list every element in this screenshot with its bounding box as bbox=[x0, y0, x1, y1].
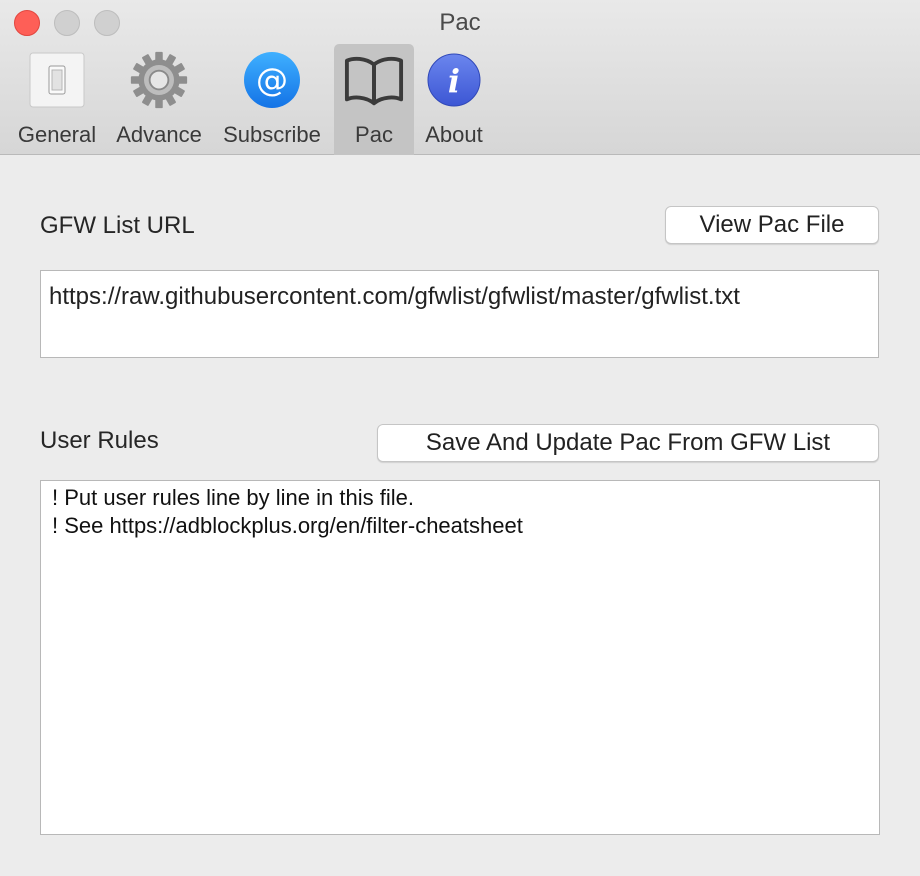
preferences-window: Pac General Advance @ Subscribe Pac i Ab… bbox=[0, 0, 920, 876]
view-pac-file-button[interactable]: View Pac File bbox=[665, 206, 879, 244]
save-and-update-pac-button[interactable]: Save And Update Pac From GFW List bbox=[377, 424, 879, 462]
tab-subscribe-label: Subscribe bbox=[223, 122, 321, 147]
tab-advance-label: Advance bbox=[116, 122, 202, 147]
tab-about[interactable]: i About bbox=[418, 44, 490, 155]
user-rules-editor[interactable]: ! Put user rules line by line in this fi… bbox=[40, 480, 880, 835]
light-switch-icon bbox=[27, 50, 87, 110]
tab-general[interactable]: General bbox=[12, 44, 102, 155]
tab-pac[interactable]: Pac bbox=[334, 44, 414, 155]
titlebar: Pac General Advance @ Subscribe Pac i Ab… bbox=[0, 0, 920, 155]
tab-general-label: General bbox=[17, 122, 97, 147]
gfw-list-url-field[interactable]: https://raw.githubusercontent.com/gfwlis… bbox=[40, 270, 879, 358]
book-icon bbox=[344, 50, 404, 110]
gfw-list-url-label: GFW List URL bbox=[40, 212, 195, 239]
at-sign-icon: @ bbox=[242, 50, 302, 110]
tab-advance[interactable]: Advance bbox=[112, 44, 206, 155]
info-icon: i bbox=[424, 50, 484, 110]
tab-about-label: About bbox=[425, 122, 483, 147]
tab-subscribe[interactable]: @ Subscribe bbox=[216, 44, 328, 155]
window-title: Pac bbox=[439, 9, 481, 36]
user-rules-line: ! Put user rules line by line in this fi… bbox=[52, 485, 414, 510]
gear-icon bbox=[129, 50, 189, 110]
user-rules-label: User Rules bbox=[40, 427, 159, 454]
svg-text:i: i bbox=[448, 62, 460, 100]
tab-pac-label: Pac bbox=[355, 122, 393, 147]
user-rules-line: ! See https://adblockplus.org/en/filter-… bbox=[52, 513, 523, 538]
svg-text:@: @ bbox=[256, 61, 288, 99]
